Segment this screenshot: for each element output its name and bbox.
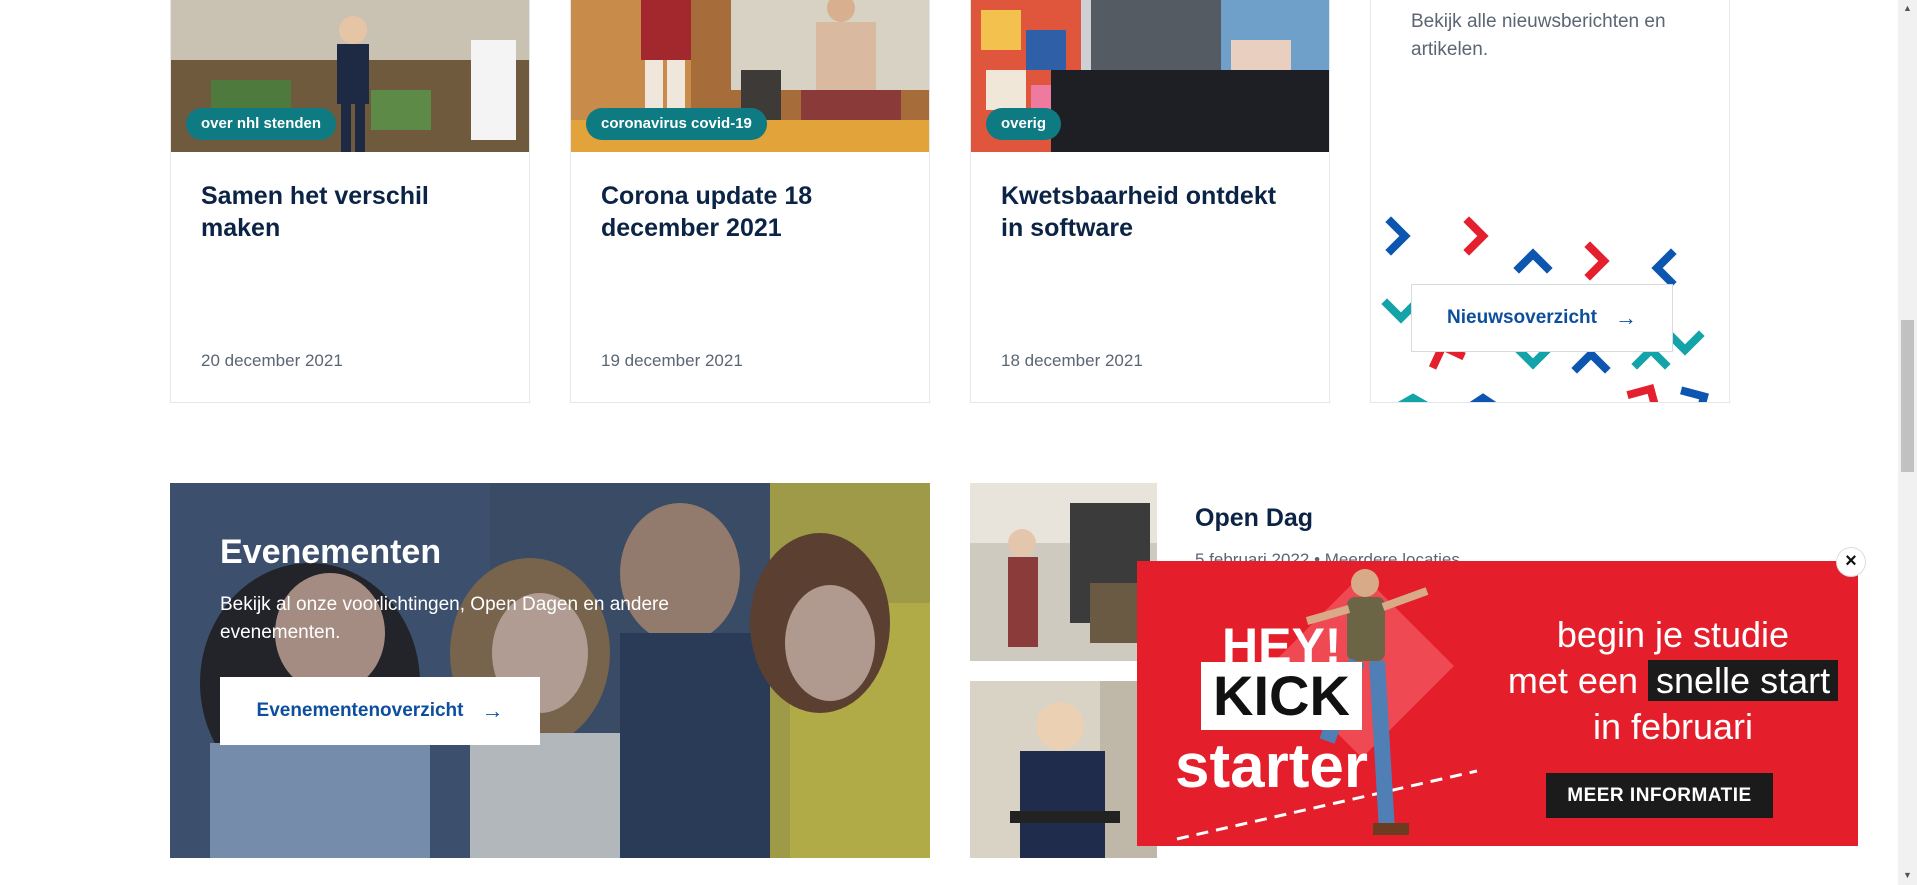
- more-info-button[interactable]: MEER INFORMATIE: [1546, 773, 1773, 818]
- news-date: 20 december 2021: [201, 351, 343, 370]
- news-card[interactable]: over nhl stenden Samen het verschil make…: [170, 0, 530, 403]
- news-title[interactable]: Samen het verschil maken: [201, 180, 501, 244]
- category-tag[interactable]: coronavirus covid-19: [586, 108, 767, 140]
- popup-kick: KICK: [1201, 662, 1362, 730]
- news-date: 18 december 2021: [1001, 351, 1143, 370]
- popup-starter: starter: [1175, 732, 1368, 801]
- events-description: Bekijk al onze voorlichtingen, Open Dage…: [220, 594, 669, 643]
- news-title[interactable]: Kwetsbaarheid ontdekt in software: [1001, 180, 1301, 244]
- news-title[interactable]: Corona update 18 december 2021: [601, 180, 901, 244]
- event-thumbnail[interactable]: [970, 483, 1157, 661]
- popup-line-3: in februari: [1592, 706, 1754, 747]
- arrow-right-icon: →: [1614, 305, 1637, 330]
- arrow-right-icon: →: [481, 698, 504, 723]
- vertical-scrollbar[interactable]: ▲ ▼: [1898, 0, 1917, 885]
- category-tag[interactable]: overig: [986, 108, 1062, 140]
- news-overview-button[interactable]: Nieuwsoverzicht →: [1411, 284, 1673, 352]
- scroll-down-icon[interactable]: ▼: [1903, 870, 1912, 880]
- news-card[interactable]: overig Kwetsbaarheid ontdekt in software…: [970, 0, 1330, 403]
- events-banner: Evenementen Bekijk al onze voorlichtinge…: [170, 483, 930, 858]
- category-tag[interactable]: over nhl stenden: [186, 108, 337, 140]
- events-overview-label: Evenementenoverzicht: [256, 700, 464, 721]
- popup-line-2: met een snelle start: [1488, 659, 1858, 703]
- scroll-up-icon[interactable]: ▲: [1903, 3, 1912, 13]
- popup-line-1: begin je studie: [1556, 614, 1790, 655]
- scroll-thumb[interactable]: [1901, 320, 1914, 472]
- events-overview-button[interactable]: Evenementenoverzicht →: [220, 677, 540, 745]
- event-title[interactable]: Open Dag: [1195, 504, 1313, 533]
- news-overview-label: Nieuwsoverzicht: [1447, 307, 1597, 328]
- close-icon[interactable]: ×: [1837, 548, 1865, 576]
- popup-highlight: snelle start: [1648, 660, 1839, 701]
- news-date: 19 december 2021: [601, 351, 743, 370]
- news-overview-card: Bekijk alle nieuwsberichten en artikelen…: [1370, 0, 1730, 403]
- event-thumbnail[interactable]: [970, 681, 1157, 858]
- popup-line-2-prefix: met een: [1507, 660, 1638, 701]
- events-title: Evenementen: [220, 533, 442, 571]
- overview-text: Bekijk alle nieuwsberichten en artikelen…: [1411, 11, 1666, 60]
- kickstarter-popup[interactable]: HEY! KICK starter begin je studie met ee…: [1137, 561, 1858, 846]
- news-card[interactable]: coronavirus covid-19 Corona update 18 de…: [570, 0, 930, 403]
